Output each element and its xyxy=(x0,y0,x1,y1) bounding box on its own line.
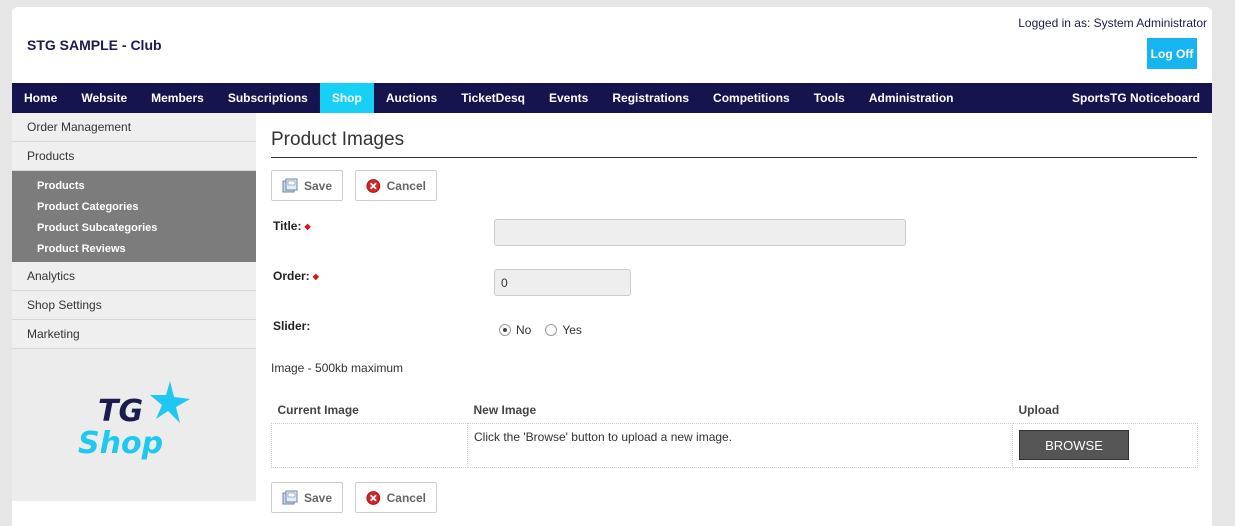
nav-auctions[interactable]: Auctions xyxy=(374,83,449,113)
page-title: Product Images xyxy=(271,113,1197,158)
save-label: Save xyxy=(303,178,332,193)
radio-yes-label: Yes xyxy=(562,323,582,337)
required-icon: ◆ xyxy=(304,222,311,232)
submenu-item-product-reviews[interactable]: Product Reviews xyxy=(12,238,256,259)
upload-cell: BROWSE xyxy=(1012,423,1198,468)
nav-noticeboard[interactable]: SportsTG Noticeboard xyxy=(1060,83,1212,113)
sidebar-item-order-management[interactable]: Order Management xyxy=(12,113,256,142)
cancel-label: Cancel xyxy=(386,490,426,505)
sidebar: Order Management Products Products Produ… xyxy=(12,113,256,501)
slider-label: Slider: xyxy=(273,319,311,333)
nav-events[interactable]: Events xyxy=(537,83,600,113)
order-label: Order: ◆ xyxy=(273,269,319,283)
table-row: Click the 'Browse' button to upload a ne… xyxy=(271,423,1198,468)
main-content: Product Images Save Cancel Title: ◆ Orde… xyxy=(271,113,1198,513)
nav-tools[interactable]: Tools xyxy=(802,83,857,113)
submenu-item-product-subcategories[interactable]: Product Subcategories xyxy=(12,217,256,238)
slider-radio-no[interactable]: No xyxy=(499,323,531,337)
save-icon xyxy=(282,178,298,192)
nav-registrations[interactable]: Registrations xyxy=(600,83,701,113)
sidebar-item-analytics[interactable]: Analytics xyxy=(12,262,256,291)
sidebar-item-marketing[interactable]: Marketing xyxy=(12,320,256,349)
save-label: Save xyxy=(303,490,332,505)
browse-button[interactable]: BROWSE xyxy=(1019,430,1129,460)
header-upload: Upload xyxy=(1012,397,1198,424)
radio-checked-icon xyxy=(499,324,511,336)
log-off-button[interactable]: Log Off xyxy=(1147,38,1197,69)
radio-no-label: No xyxy=(516,323,532,337)
save-button[interactable]: Save xyxy=(271,170,343,201)
radio-unchecked-icon xyxy=(545,324,558,336)
slider-radio-yes[interactable]: Yes xyxy=(545,323,582,337)
submenu-item-product-categories[interactable]: Product Categories xyxy=(12,196,256,217)
new-image-cell: Click the 'Browse' button to upload a ne… xyxy=(467,423,1013,468)
svg-text:TG: TG xyxy=(98,394,143,429)
current-image-cell xyxy=(271,423,468,468)
title-input[interactable] xyxy=(494,219,906,246)
bottom-button-row: Save Cancel xyxy=(271,482,1197,513)
nav-administration[interactable]: Administration xyxy=(857,83,966,113)
sidebar-item-products[interactable]: Products xyxy=(12,142,256,171)
cancel-icon xyxy=(366,490,381,505)
cancel-label: Cancel xyxy=(386,178,426,193)
header-new-image: New Image xyxy=(467,397,1013,424)
nav-website[interactable]: Website xyxy=(69,83,139,113)
main-nav: Home Website Members Subscriptions Shop … xyxy=(12,83,1212,113)
order-row: Order: ◆ 0 xyxy=(271,261,1197,311)
header-current-image: Current Image xyxy=(271,397,468,424)
sidebar-item-shop-settings[interactable]: Shop Settings xyxy=(12,291,256,320)
nav-ticketdesq[interactable]: TicketDesq xyxy=(449,83,537,113)
club-title: STG SAMPLE - Club xyxy=(27,37,162,53)
svg-text:Shop: Shop xyxy=(78,426,163,461)
logged-in-text: Logged in as: System Administrator xyxy=(1018,16,1207,30)
page-container: STG SAMPLE - Club Logged in as: System A… xyxy=(12,7,1212,526)
cancel-button[interactable]: Cancel xyxy=(355,170,437,201)
tg-shop-logo: TG Shop xyxy=(78,381,190,461)
image-size-hint: Image - 500kb maximum xyxy=(271,361,404,375)
cancel-button-bottom[interactable]: Cancel xyxy=(355,482,437,513)
slider-radio-group: No Yes xyxy=(499,323,582,337)
title-label: Title: ◆ xyxy=(273,219,311,233)
order-input[interactable]: 0 xyxy=(494,269,631,296)
title-row: Title: ◆ xyxy=(271,211,1197,261)
nav-competitions[interactable]: Competitions xyxy=(701,83,802,113)
save-button-bottom[interactable]: Save xyxy=(271,482,343,513)
save-icon xyxy=(282,490,298,504)
submenu-item-products[interactable]: Products xyxy=(12,175,256,196)
nav-shop[interactable]: Shop xyxy=(319,83,374,113)
slider-row: Slider: No Yes xyxy=(271,311,1197,361)
nav-home[interactable]: Home xyxy=(12,83,69,113)
nav-subscriptions[interactable]: Subscriptions xyxy=(216,83,320,113)
image-upload-table: Current Image New Image Upload Click the… xyxy=(271,397,1198,468)
required-icon: ◆ xyxy=(312,272,319,282)
top-button-row: Save Cancel xyxy=(271,170,1197,201)
nav-members[interactable]: Members xyxy=(139,83,216,113)
sidebar-submenu: Products Product Categories Product Subc… xyxy=(12,171,256,262)
cancel-icon xyxy=(366,178,381,193)
